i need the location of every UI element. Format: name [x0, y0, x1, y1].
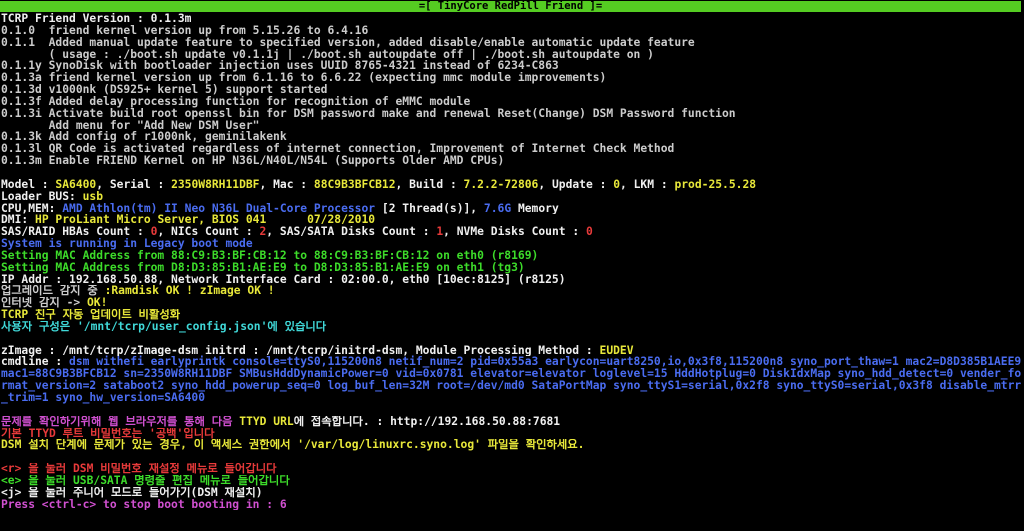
mac-eth1-line: Setting MAC Address from D8:D3:85:B1:AE:…	[1, 261, 525, 274]
menu-key: <j>	[1, 486, 22, 499]
menu-text: 을 눌러 주니어 모드로 들어가기(DSM 재설치)	[21, 486, 263, 499]
mac-value: 88C9B3BFCB12	[313, 178, 396, 191]
internet-result: OK!	[86, 297, 108, 310]
cmdline-block: cmdline : dsm withefi earlyprintk consol…	[1, 356, 1023, 403]
memory-size: 7.6G	[483, 202, 512, 215]
update-value: 0	[613, 178, 621, 191]
cmdline-value: dsm withefi earlyprintk console=ttyS0,11…	[1, 355, 1022, 404]
mac-eth0-line: Setting MAC Address from 88:C9:B3:BF:CB:…	[1, 249, 539, 262]
config-path-line: 사용자 구성은 '/mnt/tcrp/user_config.json'에 있습…	[1, 320, 327, 333]
loader-bus-label: Loader BUS:	[1, 190, 83, 203]
menu-item-reset-password[interactable]: <r> 을 눌러 DSM 비밀번호 재설정 메뉴로 들어갑니다	[1, 463, 1023, 475]
loader-bus-value: usb	[82, 190, 104, 203]
changelog-line: 0.1.3m Enable FRIEND Kernel on HP N36L/N…	[1, 155, 505, 167]
changelog-line: 0.1.3k Add config of r1000nk, geminilake…	[1, 131, 287, 144]
ip-line: IP Addr : 192.168.50.88, Network Interfa…	[1, 273, 566, 286]
dmi-line: DMI: HP ProLiant Micro Server, BIOS 041 …	[1, 214, 1023, 226]
changelog-line: ( usage : ./boot.sh update v0.1.1j | ./b…	[1, 48, 654, 61]
mac-label: , Mac :	[259, 178, 314, 191]
nvme-label: , NVMe Disks Count :	[443, 226, 586, 239]
menu-key: <e>	[1, 474, 22, 487]
changelog-line: 0.1.0 friend kernel version up from 5.15…	[1, 24, 369, 37]
ttyd-suffix: 에 접속합니다. : http://192.168.50.88:7681	[293, 415, 561, 428]
model-label: Model :	[1, 178, 56, 191]
hba-label: SAS/RAID HBAs Count :	[1, 226, 151, 239]
changelog-line: 0.1.1 Added manual update feature to spe…	[1, 36, 695, 49]
internet-detect-line: 인터넷 감지 -> OK!	[1, 297, 1023, 309]
changelog-line: 0.1.3l QR Code is activated regardless o…	[1, 143, 675, 156]
internet-prefix: 인터넷 감지 ->	[1, 297, 87, 310]
auto-update-line: TCRP 친구 자동 업데이트 비활성화	[1, 309, 181, 321]
password-line: 기본 TTYD 루트 비밀번호는 '공백'입니다	[1, 427, 215, 440]
update-label: , Update :	[538, 178, 614, 191]
loader-bus-line: Loader BUS: usb	[1, 191, 1023, 203]
model-line: Model : SA6400, Serial : 2350W8RH11DBF, …	[1, 179, 1023, 191]
menu-text: 을 눌러 USB/SATA 명령줄 편집 메뉴로 들어갑니다	[21, 474, 290, 487]
serial-label: , Serial :	[96, 178, 172, 191]
dmi-value: HP ProLiant Micro Server, BIOS 041 07/28…	[35, 214, 376, 227]
changelog-line: TCRP Friend Version : 0.1.3m	[1, 13, 192, 25]
model-value: SA6400	[55, 178, 97, 191]
cpu-mem-label: CPU,MEM:	[1, 202, 63, 215]
changelog-line: 0.1.3a friend kernel version up from 6.1…	[1, 72, 607, 85]
changelog-line: 0.1.3i Activate build root openssl bin f…	[1, 107, 736, 120]
changelog-line: Add menu for "Add New DSM User"	[1, 119, 260, 132]
changelog-line: 0.1.3f Added delay processing function f…	[1, 95, 471, 108]
threads-value: [2 Thread(s)],	[375, 202, 484, 215]
menu-key: <r>	[1, 463, 22, 475]
menu-item-edit-cmdline[interactable]: <e> 을 눌러 USB/SATA 명령줄 편집 메뉴로 들어갑니다	[1, 475, 1023, 487]
lkm-label: , LKM :	[620, 178, 675, 191]
ttyd-prefix: 문제를 확인하기위해 웹 브라우저를 통해 다음	[1, 415, 240, 428]
counts-line: SAS/RAID HBAs Count : 0, NICs Count : 2,…	[1, 226, 1023, 238]
console-output: TCRP Friend Version : 0.1.3m 0.1.0 frien…	[1, 13, 1023, 510]
log-line: DSM 설치 단계에 문제가 있는 경우, 이 액세스 권한에서 '/var/l…	[1, 439, 585, 452]
ttyd-word: TTYD URL	[239, 415, 294, 428]
menu-text: 을 눌러 DSM 비밀번호 재설정 메뉴로 들어갑니다	[21, 463, 277, 475]
upgrade-prefix: 업그레이드 감지 중	[1, 285, 105, 298]
dmi-label: DMI:	[1, 214, 36, 227]
lkm-value: prod-25.5.28	[674, 178, 757, 191]
title-banner: =[ TinyCore RedPill Friend ]=	[0, 1, 1021, 12]
memory-label: Memory	[511, 202, 559, 215]
terminal-screen[interactable]: =[ TinyCore RedPill Friend ]= TCRP Frien…	[0, 0, 1024, 531]
upgrade-detect-line: 업그레이드 감지 중 :Ramdisk OK ! zImage OK !	[1, 285, 1023, 297]
cpu-mem-line: CPU,MEM: AMD Athlon(tm) II Neo N36L Dual…	[1, 203, 1023, 215]
boot-mode-line: System is running in Legacy boot mode	[1, 238, 253, 250]
upgrade-result: :Ramdisk OK ! zImage OK !	[104, 285, 275, 298]
changelog-line: 0.1.1y SynoDisk with bootloader injectio…	[1, 60, 559, 73]
cpu-value: AMD Athlon(tm) II Neo N36L Dual-Core Pro…	[62, 202, 376, 215]
changelog-line: 0.1.3d v1000nk (DS925+ kernel 5) support…	[1, 84, 328, 96]
sas-label: , SAS/SATA Disks Count :	[266, 226, 437, 239]
nic-label: , NICs Count :	[157, 226, 260, 239]
menu-item-junior-mode[interactable]: <j> 을 눌러 주니어 모드로 들어가기(DSM 재설치)	[1, 487, 1023, 499]
ttyd-line: 문제를 확인하기위해 웹 브라우저를 통해 다음 TTYD URL에 접속합니다…	[1, 416, 1023, 428]
nvme-count: 0	[585, 226, 593, 239]
serial-value: 2350W8RH11DBF	[171, 178, 260, 191]
build-label: , Build :	[395, 178, 464, 191]
build-value: 7.2.2-72806	[463, 178, 539, 191]
countdown-line: Press <ctrl-c> to stop boot booting in :…	[1, 498, 287, 511]
